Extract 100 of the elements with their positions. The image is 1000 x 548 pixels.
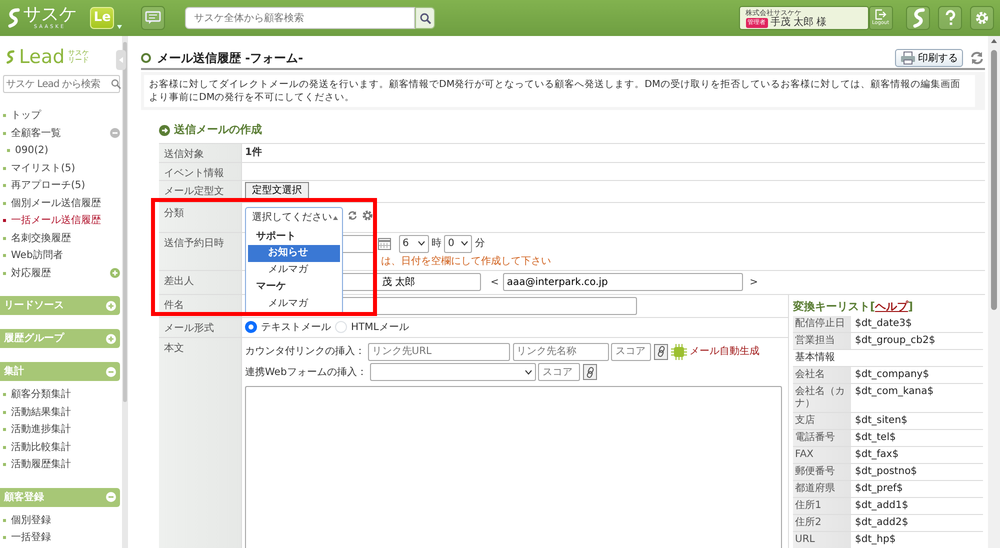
dropdown-option[interactable]: お知らせ xyxy=(248,245,340,262)
refresh-icon[interactable] xyxy=(347,210,358,222)
score-field[interactable]: スコア xyxy=(611,342,652,360)
expand-icon[interactable] xyxy=(106,334,116,344)
hour-select[interactable]: 6 xyxy=(398,234,428,252)
radio-label[interactable]: テキストメール xyxy=(261,320,331,334)
field-label: カウンタ付リンクの挿入： xyxy=(245,344,365,359)
dropdown-option[interactable]: メルマガ xyxy=(248,296,340,312)
bracket-text: > xyxy=(750,276,758,290)
key-list-title: 変換キーリスト[ヘルプ] xyxy=(793,298,914,314)
option-group-label: サポート xyxy=(255,230,297,244)
nav-link[interactable]: マイリスト(5) xyxy=(11,160,76,176)
bullet-icon xyxy=(3,536,6,540)
hour-unit: 時 xyxy=(431,236,442,251)
bullet-icon xyxy=(3,132,6,135)
nav-link[interactable]: 活動履歴集計 xyxy=(11,457,71,472)
search-button[interactable] xyxy=(415,7,435,29)
group-title: 履歴グループ xyxy=(4,331,64,346)
radio-button[interactable] xyxy=(245,321,257,333)
nav-link[interactable]: 個別登録 xyxy=(11,512,51,528)
field-label: 連携Webフォームの挿入： xyxy=(245,366,367,380)
key-value: $dt_fax$ xyxy=(854,448,900,462)
scrollbar[interactable] xyxy=(988,36,1000,548)
key-value: $dt_pref$ xyxy=(854,482,904,496)
key-label: 支店 xyxy=(793,413,851,429)
calendar-icon[interactable] xyxy=(378,237,391,250)
settings-icon[interactable] xyxy=(360,209,374,222)
key-value: $dt_company$ xyxy=(854,368,930,382)
ai-generate-link[interactable]: メール自動生成 xyxy=(670,344,760,360)
nav-link[interactable]: 個別メール送信履歴 xyxy=(11,196,101,211)
link-button[interactable] xyxy=(654,344,668,360)
nav-link[interactable]: トップ xyxy=(11,108,41,124)
nav-link[interactable]: 一括メール送信履歴 xyxy=(11,213,101,228)
radio-label[interactable]: HTMLメール xyxy=(351,320,409,334)
key-value: $dt_group_cb2$ xyxy=(854,334,936,348)
nav-link[interactable]: 活動比較集計 xyxy=(11,440,71,455)
category-select[interactable]: 選択してください xyxy=(245,206,343,228)
bullet-icon xyxy=(3,166,6,170)
score-field[interactable]: スコア xyxy=(538,363,580,382)
nav-link[interactable]: 活動進捗集計 xyxy=(11,422,71,438)
printer-icon xyxy=(900,51,916,65)
key-label: 郵便番号 xyxy=(793,464,851,480)
bullet-icon xyxy=(3,446,6,449)
circle-icon xyxy=(141,53,151,63)
nav-link[interactable]: 090(2) xyxy=(15,143,48,158)
settings-button[interactable] xyxy=(970,6,994,30)
nav-link[interactable]: 一括登録 xyxy=(11,530,51,546)
collapse-icon[interactable] xyxy=(106,492,116,502)
print-button[interactable]: 印刷する xyxy=(895,49,963,67)
bullet-icon xyxy=(3,393,6,396)
field-value: 1件 xyxy=(245,146,262,160)
bullet-icon xyxy=(3,254,6,258)
sidebar-search-field[interactable]: サスケ Lead から検索 xyxy=(3,75,120,93)
expand-icon[interactable] xyxy=(106,300,116,310)
collapse-icon[interactable] xyxy=(106,366,116,376)
sender-email-field[interactable]: aaa@interpark.co.jp xyxy=(502,273,743,291)
caret-icon xyxy=(117,25,122,29)
chat-icon xyxy=(145,11,161,25)
key-label: 住所2 xyxy=(793,515,851,531)
logo-text: サスケ xyxy=(22,6,77,24)
nav-link[interactable]: 活動結果集計 xyxy=(11,404,71,420)
key-label: 会社名（カナ） xyxy=(793,384,851,412)
minute-select[interactable]: 0 xyxy=(444,234,472,252)
collapse-handle[interactable] xyxy=(116,50,126,70)
search-field[interactable]: サスケ全体から顧客検索 xyxy=(185,7,415,29)
webform-select[interactable] xyxy=(370,363,536,382)
nav-link[interactable]: 対応履歴 xyxy=(11,266,51,281)
caret-icon xyxy=(461,241,468,246)
option-group-label: マーケ xyxy=(255,280,287,294)
bullet-icon xyxy=(3,272,6,275)
bullet-icon xyxy=(3,184,6,188)
description-text: お客様に対してダイレクトメールの発送を行います。顧客情報でDM発行が可となっている顧客へ発送します。DMの受け取りを拒否しているお客様に対しては、顧客情報の編集画面より事前にDMの発行を不可にしてください。 xyxy=(144,75,975,107)
key-value: $dt_com_kana$ xyxy=(854,385,935,399)
bullet-icon xyxy=(7,149,10,152)
link-name-field[interactable]: リンク先名称 xyxy=(512,342,608,360)
nav-link[interactable]: 顧客分類集計 xyxy=(11,387,71,402)
link-icon xyxy=(586,366,596,378)
nav-link[interactable]: Web訪問者 xyxy=(11,248,63,264)
collapse-icon[interactable] xyxy=(110,128,120,138)
bullet-icon xyxy=(3,219,6,222)
caret-icon xyxy=(418,241,424,246)
nav-link[interactable]: 名刺交換履歴 xyxy=(11,230,71,246)
bullet-icon xyxy=(3,518,6,522)
key-value: $dt_postno$ xyxy=(854,465,918,479)
question-icon xyxy=(944,10,956,26)
logout-icon xyxy=(874,8,886,20)
brand-button[interactable] xyxy=(906,6,930,30)
help-link[interactable]: ヘルプ xyxy=(875,300,908,312)
logo-icon xyxy=(6,7,20,29)
bullet-icon xyxy=(3,236,6,240)
sidebar-scrollbar[interactable] xyxy=(122,36,128,548)
nav-link[interactable]: 全顧客一覧 xyxy=(11,126,61,141)
url-field[interactable]: リンク先URL xyxy=(368,342,510,360)
refresh-icon[interactable] xyxy=(969,50,985,66)
link-button[interactable] xyxy=(583,364,598,380)
page-title: メール送信履歴 -フォーム- xyxy=(157,50,304,67)
help-button[interactable] xyxy=(938,6,962,30)
nav-link[interactable]: 再アプローチ(5) xyxy=(11,178,86,194)
chat-button[interactable] xyxy=(141,6,165,30)
caret-icon xyxy=(524,370,532,375)
